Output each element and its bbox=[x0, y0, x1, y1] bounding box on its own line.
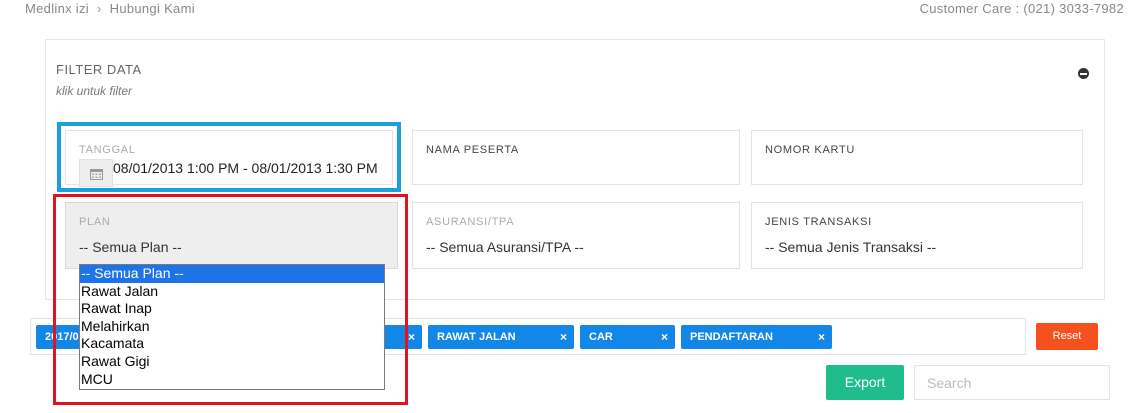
remove-tag-icon[interactable]: × bbox=[560, 325, 567, 349]
remove-tag-icon[interactable]: × bbox=[818, 325, 825, 349]
filter-title[interactable]: FILTER DATA bbox=[56, 62, 142, 77]
breadcrumb: Medlinx izi › Hubungi Kami bbox=[25, 1, 195, 16]
jenis-transaksi-value[interactable]: -- Semua Jenis Transaksi -- bbox=[765, 239, 936, 255]
asuransi-select[interactable]: ASURANSI/TPA -- Semua Asuransi/TPA -- bbox=[412, 202, 740, 269]
jenis-transaksi-label: JENIS TRANSAKSI bbox=[765, 216, 872, 228]
filter-tag-label: PENDAFTARAN bbox=[690, 331, 773, 343]
nomor-kartu-field[interactable]: NOMOR KARTU bbox=[751, 130, 1083, 185]
filter-tag: RAWAT JALAN × bbox=[428, 325, 574, 349]
breadcrumb-home-link[interactable]: Medlinx izi bbox=[25, 1, 89, 16]
search-input[interactable] bbox=[914, 365, 1110, 400]
remove-tag-icon[interactable]: × bbox=[661, 325, 668, 349]
export-button[interactable]: Export bbox=[826, 365, 904, 400]
plan-label: PLAN bbox=[79, 216, 111, 228]
filter-tag-label: 2017/0 bbox=[45, 331, 79, 343]
filter-tag-label: CAR bbox=[589, 331, 613, 343]
filter-subtitle[interactable]: klik untuk filter bbox=[56, 84, 132, 98]
nomor-kartu-label: NOMOR KARTU bbox=[765, 144, 856, 156]
plan-option[interactable]: Rawat Inap bbox=[80, 300, 384, 318]
jenis-transaksi-select[interactable]: JENIS TRANSAKSI -- Semua Jenis Transaksi… bbox=[751, 202, 1083, 269]
plan-option[interactable]: Rawat Gigi bbox=[80, 353, 384, 371]
plan-value[interactable]: -- Semua Plan -- bbox=[79, 239, 182, 255]
tanggal-value[interactable]: 08/01/2013 1:00 PM - 08/01/2013 1:30 PM bbox=[113, 160, 378, 176]
filter-tag-label: RAWAT JALAN bbox=[437, 331, 516, 343]
nama-peserta-field[interactable]: NAMA PESERTA bbox=[412, 130, 740, 185]
plan-option[interactable]: MCU bbox=[80, 371, 384, 389]
plan-option[interactable]: Rawat Jalan bbox=[80, 283, 384, 301]
calendar-button[interactable] bbox=[79, 159, 113, 187]
breadcrumb-current: Hubungi Kami bbox=[109, 1, 195, 16]
plan-option[interactable]: Melahirkan bbox=[80, 318, 384, 336]
calendar-icon bbox=[90, 169, 103, 180]
tanggal-field[interactable]: TANGGAL 08/01/2013 1:00 PM - 08/01/2013 … bbox=[65, 130, 393, 187]
filter-tag: PENDAFTARAN × bbox=[681, 325, 832, 349]
remove-tag-icon[interactable]: × bbox=[408, 325, 415, 349]
plan-option[interactable]: -- Semua Plan -- bbox=[80, 265, 384, 283]
collapse-icon[interactable] bbox=[1078, 68, 1089, 79]
plan-dropdown-list[interactable]: -- Semua Plan -- Rawat Jalan Rawat Inap … bbox=[79, 264, 385, 390]
filter-tag: CAR × bbox=[580, 325, 675, 349]
breadcrumb-separator-icon: › bbox=[96, 1, 102, 16]
reset-button[interactable]: Reset bbox=[1036, 323, 1098, 350]
plan-select[interactable]: PLAN -- Semua Plan -- bbox=[65, 202, 398, 269]
customer-care-text: Customer Care : (021) 3033-7982 bbox=[919, 1, 1124, 16]
tanggal-label: TANGGAL bbox=[79, 144, 136, 156]
asuransi-label: ASURANSI/TPA bbox=[426, 216, 515, 228]
nama-peserta-label: NAMA PESERTA bbox=[426, 144, 519, 156]
plan-option[interactable]: Kacamata bbox=[80, 335, 384, 353]
asuransi-value[interactable]: -- Semua Asuransi/TPA -- bbox=[426, 239, 584, 255]
